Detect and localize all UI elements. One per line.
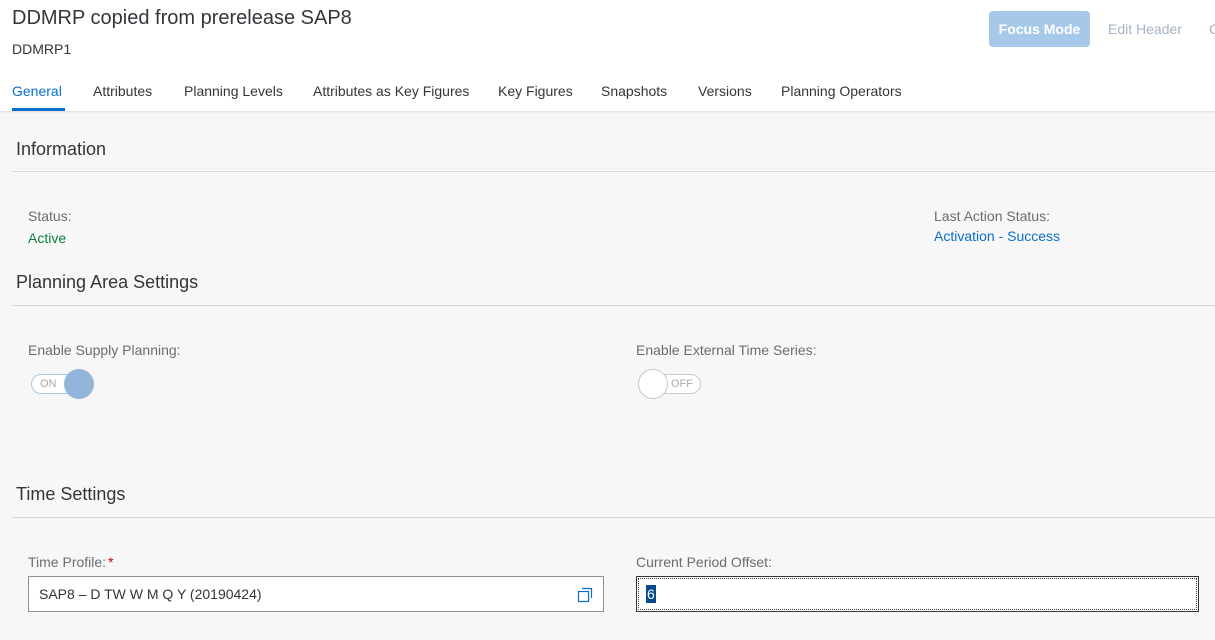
section-title-time-settings: Time Settings [16, 484, 126, 504]
section-title-information: Information [16, 139, 107, 159]
section-divider [12, 171, 1215, 172]
tab-attributes-as-key-figures[interactable]: Attributes as Key Figures [313, 82, 469, 111]
section-title-planning-area-settings: Planning Area Settings [16, 272, 199, 292]
tab-attributes[interactable]: Attributes [93, 82, 152, 111]
current-period-offset-input[interactable]: 6 [636, 576, 1199, 612]
section-divider [12, 517, 1215, 518]
enable-supply-planning-label: Enable Supply Planning: [28, 342, 181, 358]
clipped-toolbar-button[interactable]: C [1209, 21, 1215, 37]
page-subtitle: DDMRP1 [12, 41, 72, 57]
switch-state-text: ON [40, 378, 57, 390]
status-value: Active [28, 230, 67, 246]
tab-general[interactable]: General [12, 82, 65, 111]
object-page-header: DDMRP copied from prerelease SAP8 DDMRP1… [0, 0, 1215, 111]
last-action-status-link[interactable]: Activation - Success [934, 228, 1060, 244]
switch-knob [638, 369, 668, 399]
current-period-offset-label: Current Period Offset: [636, 554, 772, 570]
tab-versions[interactable]: Versions [698, 82, 752, 111]
current-period-offset-value: 6 [646, 585, 656, 603]
enable-supply-planning-switch[interactable]: ON [31, 369, 94, 399]
enable-external-time-series-label: Enable External Time Series: [636, 342, 817, 358]
tab-key-figures[interactable]: Key Figures [498, 82, 573, 111]
required-indicator: * [108, 554, 114, 570]
time-profile-value: SAP8 – D TW W M Q Y (20190424) [39, 586, 262, 602]
time-profile-label-text: Time Profile: [28, 554, 107, 570]
value-help-icon[interactable] [577, 587, 593, 603]
section-divider [12, 305, 1215, 306]
time-profile-label: Time Profile: * [28, 554, 114, 570]
edit-header-button[interactable]: Edit Header [1108, 21, 1182, 37]
page-title: DDMRP copied from prerelease SAP8 [12, 7, 352, 29]
tab-planning-operators[interactable]: Planning Operators [781, 82, 902, 111]
status-label: Status: [28, 208, 72, 224]
focus-mode-button[interactable]: Focus Mode [989, 11, 1090, 47]
last-action-status-label: Last Action Status: [934, 208, 1050, 224]
switch-state-text: OFF [671, 378, 693, 390]
enable-external-time-series-switch[interactable]: OFF [638, 369, 701, 399]
tab-planning-levels[interactable]: Planning Levels [184, 82, 283, 111]
tab-snapshots[interactable]: Snapshots [601, 82, 667, 111]
switch-knob [64, 369, 94, 399]
time-profile-input[interactable]: SAP8 – D TW W M Q Y (20190424) [28, 576, 604, 612]
tab-bar: General Attributes Planning Levels Attri… [0, 82, 1215, 111]
